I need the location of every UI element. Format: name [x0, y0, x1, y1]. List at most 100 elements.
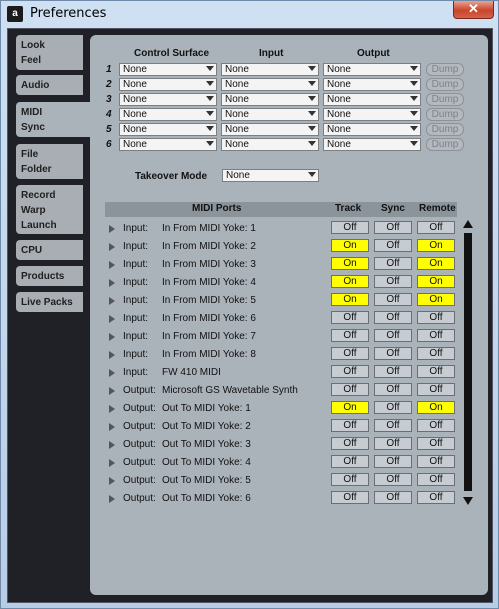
track-toggle-button[interactable]: On [331, 257, 369, 270]
expand-arrow-icon[interactable] [109, 225, 115, 233]
remote-toggle-button[interactable]: On [417, 239, 455, 252]
output-dropdown[interactable]: None [323, 123, 421, 136]
control-surface-dropdown[interactable]: None [119, 78, 217, 91]
expand-arrow-icon[interactable] [109, 333, 115, 341]
sync-toggle-button[interactable]: Off [374, 311, 412, 324]
track-toggle-button[interactable]: Off [331, 365, 369, 378]
scroll-up-icon[interactable] [463, 220, 473, 228]
track-toggle-button[interactable]: Off [331, 383, 369, 396]
track-toggle-button[interactable]: Off [331, 329, 369, 342]
dump-button[interactable]: Dump [426, 138, 464, 151]
tab-audio[interactable]: Audio [16, 75, 83, 95]
dump-button[interactable]: Dump [426, 123, 464, 136]
expand-arrow-icon[interactable] [109, 279, 115, 287]
sync-toggle-button[interactable]: Off [374, 437, 412, 450]
sync-toggle-button[interactable]: Off [374, 491, 412, 504]
sync-toggle-button[interactable]: Off [374, 275, 412, 288]
remote-toggle-button[interactable]: On [417, 401, 455, 414]
sync-toggle-button[interactable]: Off [374, 365, 412, 378]
tab-live-packs[interactable]: Live Packs [16, 292, 83, 312]
dump-button[interactable]: Dump [426, 63, 464, 76]
remote-toggle-button[interactable]: Off [417, 419, 455, 432]
dump-button[interactable]: Dump [426, 78, 464, 91]
sync-toggle-button[interactable]: Off [374, 383, 412, 396]
output-dropdown[interactable]: None [323, 78, 421, 91]
sync-toggle-button[interactable]: Off [374, 419, 412, 432]
tab-midi-sync[interactable]: MIDI Sync [16, 102, 96, 137]
remote-toggle-button[interactable]: Off [417, 383, 455, 396]
tab-cpu[interactable]: CPU [16, 240, 83, 260]
dump-button[interactable]: Dump [426, 93, 464, 106]
track-toggle-button[interactable]: Off [331, 347, 369, 360]
dump-button[interactable]: Dump [426, 108, 464, 121]
track-toggle-button[interactable]: Off [331, 473, 369, 486]
remote-toggle-button[interactable]: On [417, 257, 455, 270]
track-toggle-button[interactable]: Off [331, 437, 369, 450]
input-dropdown[interactable]: None [221, 138, 319, 151]
scroll-track[interactable] [464, 233, 472, 491]
scroll-down-icon[interactable] [463, 497, 473, 505]
output-dropdown[interactable]: None [323, 93, 421, 106]
takeover-mode-dropdown[interactable]: None [222, 169, 319, 182]
track-toggle-button[interactable]: Off [331, 455, 369, 468]
title-bar[interactable]: a Preferences ✕ [1, 1, 498, 27]
close-button[interactable]: ✕ [453, 1, 494, 19]
remote-toggle-button[interactable]: Off [417, 347, 455, 360]
control-surface-dropdown[interactable]: None [119, 63, 217, 76]
tab-file-folder[interactable]: File Folder [16, 144, 83, 179]
control-surface-dropdown[interactable]: None [119, 123, 217, 136]
control-surface-dropdown[interactable]: None [119, 93, 217, 106]
remote-toggle-button[interactable]: On [417, 293, 455, 306]
sync-toggle-button[interactable]: Off [374, 401, 412, 414]
sync-toggle-button[interactable]: Off [374, 347, 412, 360]
track-toggle-button[interactable]: Off [331, 221, 369, 234]
track-toggle-button[interactable]: Off [331, 311, 369, 324]
output-dropdown[interactable]: None [323, 63, 421, 76]
input-dropdown[interactable]: None [221, 123, 319, 136]
expand-arrow-icon[interactable] [109, 261, 115, 269]
input-dropdown[interactable]: None [221, 93, 319, 106]
control-surface-dropdown[interactable]: None [119, 138, 217, 151]
remote-toggle-button[interactable]: Off [417, 329, 455, 342]
expand-arrow-icon[interactable] [109, 495, 115, 503]
input-dropdown[interactable]: None [221, 108, 319, 121]
remote-toggle-button[interactable]: Off [417, 365, 455, 378]
output-dropdown[interactable]: None [323, 138, 421, 151]
expand-arrow-icon[interactable] [109, 441, 115, 449]
input-dropdown[interactable]: None [221, 63, 319, 76]
remote-toggle-button[interactable]: On [417, 275, 455, 288]
track-toggle-button[interactable]: On [331, 239, 369, 252]
remote-toggle-button[interactable]: Off [417, 491, 455, 504]
expand-arrow-icon[interactable] [109, 243, 115, 251]
expand-arrow-icon[interactable] [109, 369, 115, 377]
track-toggle-button[interactable]: Off [331, 491, 369, 504]
tab-products[interactable]: Products [16, 266, 83, 286]
track-toggle-button[interactable]: On [331, 275, 369, 288]
sync-toggle-button[interactable]: Off [374, 293, 412, 306]
sync-toggle-button[interactable]: Off [374, 473, 412, 486]
expand-arrow-icon[interactable] [109, 423, 115, 431]
tab-record-warp-launch[interactable]: Record Warp Launch [16, 185, 83, 234]
control-surface-dropdown[interactable]: None [119, 108, 217, 121]
expand-arrow-icon[interactable] [109, 477, 115, 485]
sync-toggle-button[interactable]: Off [374, 257, 412, 270]
output-dropdown[interactable]: None [323, 108, 421, 121]
remote-toggle-button[interactable]: Off [417, 311, 455, 324]
sync-toggle-button[interactable]: Off [374, 239, 412, 252]
track-toggle-button[interactable]: On [331, 401, 369, 414]
sync-toggle-button[interactable]: Off [374, 329, 412, 342]
remote-toggle-button[interactable]: Off [417, 455, 455, 468]
input-dropdown[interactable]: None [221, 78, 319, 91]
expand-arrow-icon[interactable] [109, 459, 115, 467]
expand-arrow-icon[interactable] [109, 351, 115, 359]
track-toggle-button[interactable]: On [331, 293, 369, 306]
tab-look-feel[interactable]: Look Feel [16, 35, 83, 70]
expand-arrow-icon[interactable] [109, 387, 115, 395]
remote-toggle-button[interactable]: Off [417, 473, 455, 486]
sync-toggle-button[interactable]: Off [374, 221, 412, 234]
remote-toggle-button[interactable]: Off [417, 221, 455, 234]
expand-arrow-icon[interactable] [109, 405, 115, 413]
expand-arrow-icon[interactable] [109, 315, 115, 323]
sync-toggle-button[interactable]: Off [374, 455, 412, 468]
port-list-scrollbar[interactable] [463, 220, 473, 510]
